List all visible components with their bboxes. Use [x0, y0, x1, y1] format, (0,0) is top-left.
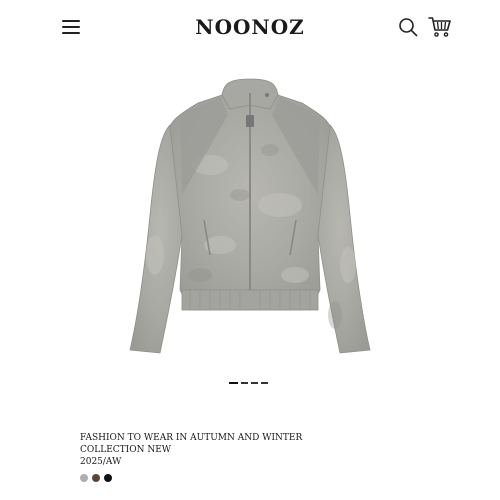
- brand-logo[interactable]: NOONOZ: [0, 15, 500, 39]
- product-season: 2025/AW: [80, 457, 122, 467]
- carousel-dot[interactable]: [251, 382, 258, 384]
- color-swatch[interactable]: [92, 474, 100, 482]
- product-title-line2: COLLECTION NEW: [80, 445, 172, 455]
- search-icon[interactable]: [398, 17, 418, 37]
- carousel-dot[interactable]: [229, 382, 238, 384]
- product-title-line1: FASHION TO WEAR IN AUTUMN AND WINTER: [80, 433, 303, 443]
- carousel-indicator: [229, 382, 268, 386]
- color-swatch[interactable]: [104, 474, 112, 482]
- shopping-cart-icon[interactable]: [428, 16, 452, 38]
- product-info: FASHION TO WEAR IN AUTUMN AND WINTER COL…: [80, 432, 440, 468]
- top-bar: NOONOZ: [0, 0, 500, 56]
- carousel-dot[interactable]: [261, 382, 268, 384]
- color-swatch[interactable]: [80, 474, 88, 482]
- carousel-dot[interactable]: [241, 382, 248, 384]
- product-image[interactable]: [120, 75, 380, 365]
- color-swatches: [80, 474, 112, 482]
